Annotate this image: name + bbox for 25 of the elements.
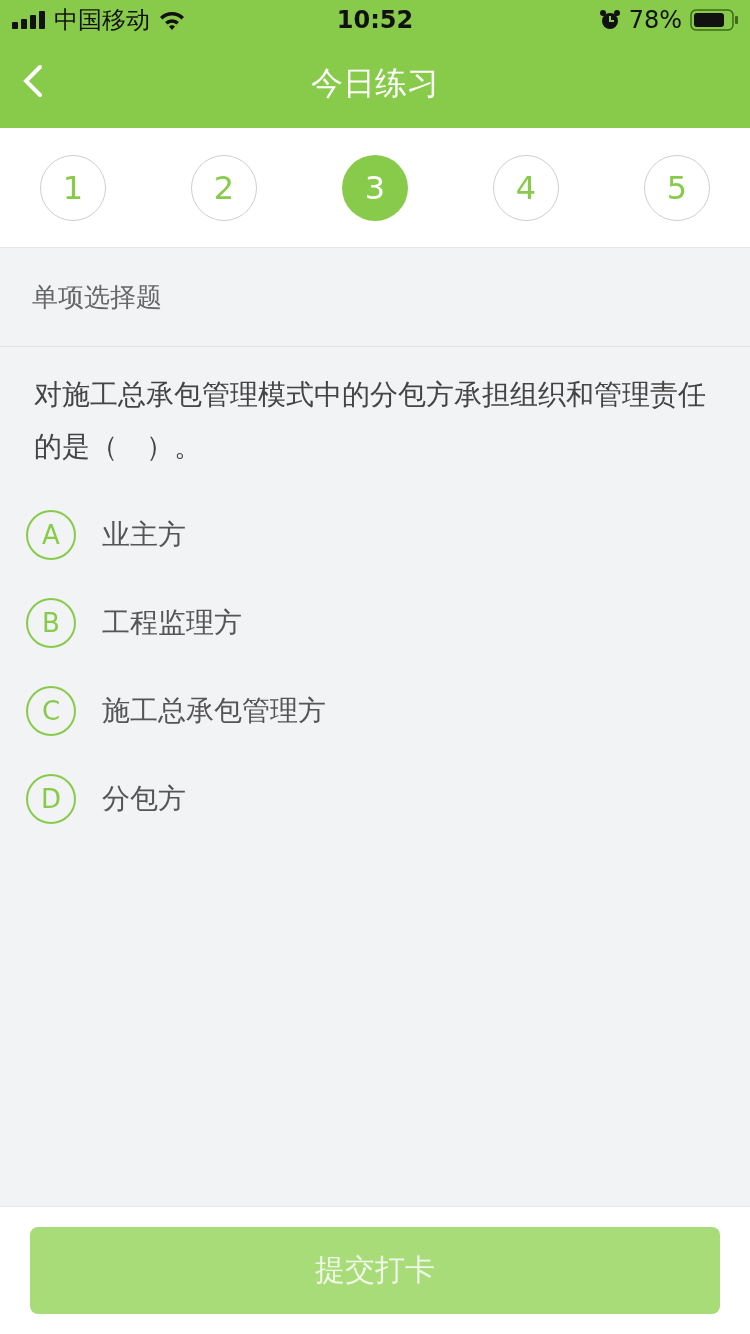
question-number[interactable]: 2 [191, 154, 257, 221]
question-number[interactable]: 3 [342, 154, 408, 221]
question-number[interactable]: 1 [40, 154, 106, 221]
signal-icon [12, 11, 46, 29]
page-title: 今日练习 [311, 63, 439, 104]
option-text[interactable]: 工程监理方 [102, 604, 242, 642]
option-text[interactable]: 业主方 [102, 516, 186, 554]
carrier-name: 中国移动 [54, 5, 150, 36]
question-number[interactable]: 5 [644, 154, 710, 221]
option-text[interactable]: 施工总承包管理方 [102, 692, 326, 730]
option-letter[interactable]: B [26, 598, 76, 648]
question-number[interactable]: 4 [493, 154, 559, 221]
option-letter[interactable]: D [26, 774, 76, 824]
back-icon [22, 64, 44, 98]
question-text: 对施工总承包管理模式中的分包方承担组织和管理责任的是（ ）。 [34, 377, 707, 465]
option-letter[interactable]: C [26, 686, 76, 736]
back-button[interactable] [22, 64, 44, 98]
alarm-clock-icon [598, 9, 621, 31]
battery-percent: 78% [628, 6, 682, 34]
battery-icon [690, 9, 738, 31]
question-type: 单项选择题 [32, 280, 162, 314]
option-letter[interactable]: A [26, 510, 76, 560]
option-text[interactable]: 分包方 [102, 780, 186, 818]
wifi-icon [158, 10, 186, 30]
status-time: 10:52 [336, 6, 414, 34]
